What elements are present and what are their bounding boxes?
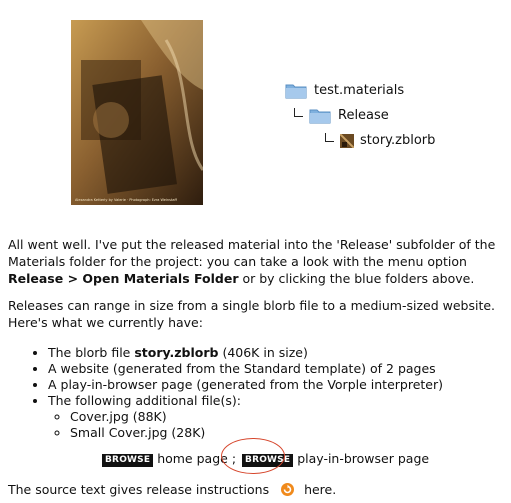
- blorb-filename: story.zblorb: [134, 345, 219, 360]
- blorb-size: (406K in size): [218, 345, 308, 360]
- list-item: A website (generated from the Standard t…: [48, 361, 511, 377]
- tree-release-label: Release: [338, 108, 389, 123]
- tree-root-row[interactable]: test.materials: [285, 82, 404, 99]
- tree-release-row[interactable]: Release: [294, 107, 389, 124]
- additional-files-list: Cover.jpg (88K) Small Cover.jpg (28K): [48, 409, 511, 441]
- list-item: The following additional file(s): Cover.…: [48, 393, 511, 441]
- list-item: The blorb file story.zblorb (406K in siz…: [48, 345, 511, 361]
- home-page-label: home page: [157, 451, 228, 466]
- tree-file-row[interactable]: story.zblorb: [325, 133, 435, 148]
- source-link[interactable]: here.: [304, 482, 336, 497]
- go-arrow-icon[interactable]: [281, 483, 295, 496]
- browse-separator: ;: [231, 451, 237, 466]
- cover-image: [71, 20, 203, 205]
- tree-connector: [325, 133, 334, 142]
- blorb-prefix: The blorb file: [48, 345, 135, 360]
- folder-icon[interactable]: [309, 107, 331, 124]
- blorb-file-icon: [340, 133, 354, 148]
- intro-paragraph: All went well. I've put the released mat…: [8, 236, 508, 287]
- file-list-item: Small Cover.jpg (28K): [70, 425, 511, 441]
- menu-path: Release > Open Materials Folder: [8, 271, 239, 286]
- intro-text-before: All went well. I've put the released mat…: [8, 237, 496, 269]
- intro-text-after: or by clicking the blue folders above.: [238, 271, 475, 286]
- folder-icon[interactable]: [285, 82, 307, 99]
- summary-paragraph: Releases can range in size from a single…: [8, 298, 496, 330]
- play-page-label: play-in-browser page: [297, 451, 430, 466]
- browse-row: BROWSE home page ; BROWSE play-in-browse…: [102, 450, 429, 468]
- list-item: A play-in-browser page (generated from t…: [48, 377, 511, 393]
- cover-credit: Alexandra Ketterly by Valerie · Photogra…: [75, 198, 177, 202]
- file-list-item: Cover.jpg (88K): [70, 409, 511, 425]
- browse-play-button[interactable]: BROWSE: [242, 454, 294, 467]
- source-line: The source text gives release instructio…: [8, 481, 336, 498]
- tree-file-label: story.zblorb: [360, 133, 436, 148]
- cover-art: Alexandra Ketterly by Valerie · Photogra…: [71, 20, 203, 205]
- source-text: The source text gives release instructio…: [8, 482, 270, 497]
- additional-files-label: The following additional file(s):: [48, 393, 241, 408]
- browse-home-button[interactable]: BROWSE: [102, 454, 154, 467]
- tree-root-label: test.materials: [314, 83, 405, 98]
- release-list: The blorb file story.zblorb (406K in siz…: [28, 345, 511, 441]
- tree-connector: [294, 108, 303, 117]
